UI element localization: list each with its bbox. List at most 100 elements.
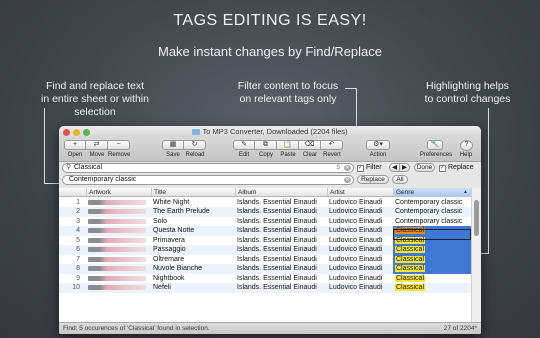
help-button[interactable]: ? bbox=[460, 140, 473, 151]
clear-replace-icon[interactable]: ✕ bbox=[344, 177, 351, 183]
artist-cell[interactable]: Ludovico Einaudi bbox=[327, 255, 391, 265]
preferences-button[interactable]: 🔧 bbox=[427, 140, 443, 150]
album-cell[interactable]: Islands. Essential Einaudi bbox=[235, 198, 325, 208]
artist-cell[interactable]: Ludovico Einaudi bbox=[327, 217, 391, 227]
table-row[interactable]: 8 Nuvole Bianche Islands. Essential Einaud… bbox=[59, 264, 471, 274]
genre-cell[interactable]: Classical bbox=[393, 283, 471, 293]
paste-button[interactable]: 📋 bbox=[277, 140, 299, 150]
table-row[interactable]: 6 Passaggio Islands. Essential Einaudi Ludo… bbox=[59, 245, 471, 255]
open-button[interactable]: + bbox=[64, 140, 86, 150]
artwork-cell[interactable] bbox=[86, 236, 148, 246]
title-cell[interactable]: Nuvole Bianche bbox=[151, 264, 233, 274]
artist-cell[interactable]: Ludovico Einaudi bbox=[327, 207, 391, 217]
table-row[interactable]: 10 Nefeli Islands. Essential Einaudi Ludovi… bbox=[59, 283, 471, 293]
album-cell[interactable]: Islands. Essential Einaudi bbox=[235, 207, 325, 217]
scrollbar-thumb[interactable] bbox=[474, 200, 479, 236]
column-header-index[interactable] bbox=[59, 188, 86, 197]
artist-cell[interactable]: Ludovico Einaudi bbox=[327, 283, 391, 293]
replace-checkbox[interactable]: ✓ Replace bbox=[439, 164, 474, 172]
title-cell[interactable]: Nefeli bbox=[151, 283, 233, 293]
artwork-cell[interactable] bbox=[86, 283, 148, 293]
title-cell[interactable]: White Night bbox=[151, 198, 233, 208]
genre-value: Contemporary classic bbox=[395, 208, 463, 215]
grid-header: Artwork Title Album Artist Genre ▲ bbox=[59, 188, 471, 197]
replace-all-button[interactable]: All bbox=[392, 175, 408, 184]
replace-field[interactable]: Contemporary classic ✕ bbox=[62, 175, 354, 185]
table-row[interactable]: 7 Oltremare Islands. Essential Einaudi Ludo… bbox=[59, 254, 471, 265]
title-cell[interactable]: Primavera bbox=[151, 236, 233, 246]
artwork-cell[interactable] bbox=[86, 217, 148, 227]
next-match-button[interactable]: ▶ bbox=[399, 163, 410, 172]
table-row[interactable]: 1 White Night Islands. Essential Einaudi Lu… bbox=[59, 198, 471, 208]
table-row[interactable]: 9 Nightbook Islands. Essential Einaudi Ludo… bbox=[59, 274, 471, 284]
zoom-button[interactable] bbox=[83, 128, 90, 136]
reload-button[interactable]: ↻ bbox=[184, 140, 206, 150]
artwork-cell[interactable] bbox=[86, 255, 148, 265]
column-header-artwork[interactable]: Artwork bbox=[86, 188, 151, 197]
find-field[interactable]: ⚲ Classical 5 ✕ bbox=[62, 163, 354, 173]
artwork-cell[interactable] bbox=[86, 245, 148, 255]
title-cell[interactable]: Nightbook bbox=[151, 274, 233, 284]
filter-check[interactable]: ✓ bbox=[357, 164, 364, 172]
artist-cell[interactable]: Ludovico Einaudi bbox=[327, 264, 391, 274]
album-cell[interactable]: Islands. Essential Einaudi bbox=[235, 274, 325, 284]
minimize-button[interactable] bbox=[73, 128, 80, 136]
artwork-cell[interactable] bbox=[86, 226, 148, 236]
artist-cell[interactable]: Ludovico Einaudi bbox=[327, 198, 391, 208]
artwork-cell[interactable] bbox=[86, 264, 148, 274]
replace-button[interactable]: Replace bbox=[357, 175, 389, 184]
genre-cell[interactable]: Contemporary classic bbox=[393, 207, 471, 217]
clear-find-icon[interactable]: ✕ bbox=[344, 165, 351, 171]
edit-button[interactable]: ✎ bbox=[233, 140, 255, 150]
vertical-scrollbar[interactable] bbox=[471, 188, 481, 322]
genre-cell[interactable]: Classical bbox=[393, 274, 471, 284]
genre-cell[interactable]: Contemporary classic bbox=[393, 198, 471, 208]
album-cell[interactable]: Islands. Essential Einaudi bbox=[235, 217, 325, 227]
edit-label: Edit bbox=[238, 152, 250, 158]
artist-cell[interactable]: Ludovico Einaudi bbox=[327, 274, 391, 284]
copy-label: Copy bbox=[258, 152, 273, 158]
artist-cell[interactable]: Ludovico Einaudi bbox=[327, 226, 391, 236]
move-button[interactable]: ⇄ bbox=[86, 140, 108, 150]
title-cell[interactable]: Oltremare bbox=[151, 255, 233, 265]
table-row[interactable]: 3 Solo Islands. Essential Einaudi Ludovico … bbox=[59, 217, 471, 227]
column-header-title[interactable]: Title bbox=[151, 188, 235, 197]
album-cell[interactable]: Islands. Essential Einaudi bbox=[235, 283, 325, 293]
genre-cell[interactable]: Contemporary classic bbox=[393, 217, 471, 227]
table-row[interactable]: 2 The Earth Prelude Islands. Essential Ein… bbox=[59, 207, 471, 217]
clear-button[interactable]: ⌫ bbox=[299, 140, 321, 150]
row-index: 7 bbox=[76, 255, 80, 263]
action-menu-button[interactable]: ⚙▾ bbox=[366, 140, 390, 150]
artwork-cell[interactable] bbox=[86, 274, 148, 284]
callout-find-replace: Find and replace text in entire sheet or… bbox=[20, 80, 170, 119]
revert-button[interactable]: ↶ bbox=[321, 140, 343, 150]
genre-cell[interactable]: Classical bbox=[393, 245, 471, 255]
album-cell[interactable]: Islands. Essential Einaudi bbox=[235, 226, 325, 236]
title-cell[interactable]: The Earth Prelude bbox=[151, 207, 233, 217]
column-header-album[interactable]: Album bbox=[235, 188, 327, 197]
filter-checkbox[interactable]: ✓ Filter bbox=[357, 164, 382, 172]
artist-cell[interactable]: Ludovico Einaudi bbox=[327, 245, 391, 255]
genre-cell[interactable]: Classical bbox=[393, 254, 471, 264]
title-cell[interactable]: Solo bbox=[151, 217, 233, 227]
title-cell[interactable]: Questa Notte bbox=[151, 226, 233, 236]
replace-check[interactable]: ✓ bbox=[439, 164, 446, 172]
done-button[interactable]: Done bbox=[414, 163, 435, 172]
callout-find-replace-line1: Find and replace text bbox=[45, 80, 145, 92]
title-cell[interactable]: Passaggio bbox=[151, 245, 233, 255]
artwork-cell[interactable] bbox=[86, 207, 148, 217]
album-cell[interactable]: Islands. Essential Einaudi bbox=[235, 245, 325, 255]
copy-button[interactable]: ⧉ bbox=[255, 140, 277, 150]
album-cell[interactable]: Islands. Essential Einaudi bbox=[235, 255, 325, 265]
column-header-artist[interactable]: Artist bbox=[327, 188, 393, 197]
column-header-genre[interactable]: Genre ▲ bbox=[393, 188, 471, 197]
genre-cell[interactable]: Classical bbox=[393, 264, 471, 274]
row-index: 4 bbox=[76, 227, 80, 234]
save-button[interactable]: ▦ bbox=[162, 140, 184, 150]
album-cell[interactable]: Islands. Essential Einaudi bbox=[235, 264, 325, 274]
artwork-cell[interactable] bbox=[86, 198, 148, 208]
artist-cell[interactable]: Ludovico Einaudi bbox=[327, 236, 391, 246]
remove-button[interactable]: − bbox=[108, 140, 130, 150]
close-button[interactable] bbox=[63, 128, 70, 136]
album-cell[interactable]: Islands. Essential Einaudi bbox=[235, 236, 325, 246]
